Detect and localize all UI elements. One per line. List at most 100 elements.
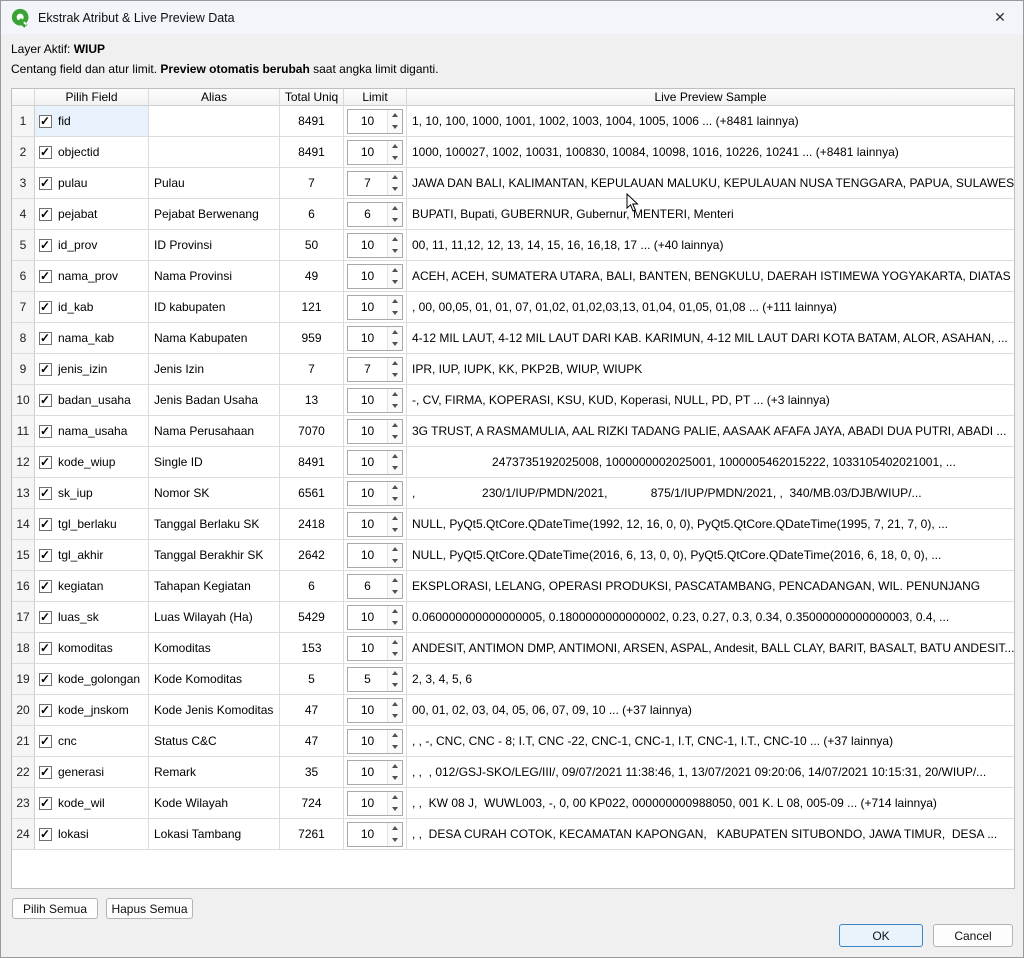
alias-cell[interactable]: Jenis Izin xyxy=(149,354,280,385)
alias-cell[interactable]: Pejabat Berwenang xyxy=(149,199,280,230)
spin-down-icon[interactable] xyxy=(388,152,402,164)
spin-down-icon[interactable] xyxy=(388,741,402,753)
spin-up-icon[interactable] xyxy=(388,513,402,525)
select-all-button[interactable]: Pilih Semua xyxy=(12,898,98,919)
limit-value[interactable]: 10 xyxy=(348,451,387,474)
field-cell[interactable]: tgl_akhir xyxy=(35,540,149,571)
field-cell[interactable]: id_prov xyxy=(35,230,149,261)
alias-cell[interactable]: Nama Kabupaten xyxy=(149,323,280,354)
spin-up-icon[interactable] xyxy=(388,420,402,432)
limit-value[interactable]: 10 xyxy=(348,792,387,815)
alias-cell[interactable]: Luas Wilayah (Ha) xyxy=(149,602,280,633)
field-cell[interactable]: lokasi xyxy=(35,819,149,850)
field-checkbox[interactable] xyxy=(39,828,52,841)
spin-down-icon[interactable] xyxy=(388,369,402,381)
limit-spinbox[interactable]: 10 xyxy=(347,543,403,568)
spin-up-icon[interactable] xyxy=(388,606,402,618)
spin-down-icon[interactable] xyxy=(388,214,402,226)
field-cell[interactable]: kode_wil xyxy=(35,788,149,819)
limit-spinbox[interactable]: 10 xyxy=(347,419,403,444)
field-checkbox[interactable] xyxy=(39,580,52,593)
field-checkbox[interactable] xyxy=(39,735,52,748)
limit-spinbox[interactable]: 10 xyxy=(347,791,403,816)
field-checkbox[interactable] xyxy=(39,394,52,407)
alias-cell[interactable]: Single ID xyxy=(149,447,280,478)
field-checkbox[interactable] xyxy=(39,642,52,655)
spin-up-icon[interactable] xyxy=(388,730,402,742)
field-checkbox[interactable] xyxy=(39,766,52,779)
field-checkbox[interactable] xyxy=(39,363,52,376)
spin-down-icon[interactable] xyxy=(388,586,402,598)
alias-cell[interactable] xyxy=(149,137,280,168)
limit-spinbox[interactable]: 6 xyxy=(347,574,403,599)
limit-value[interactable]: 7 xyxy=(348,358,387,381)
spin-down-icon[interactable] xyxy=(388,555,402,567)
spin-down-icon[interactable] xyxy=(388,803,402,815)
field-cell[interactable]: fid xyxy=(35,106,149,137)
limit-value[interactable]: 10 xyxy=(348,513,387,536)
spin-up-icon[interactable] xyxy=(388,327,402,339)
alias-cell[interactable]: Lokasi Tambang xyxy=(149,819,280,850)
spin-down-icon[interactable] xyxy=(388,431,402,443)
spin-down-icon[interactable] xyxy=(388,245,402,257)
spin-down-icon[interactable] xyxy=(388,121,402,133)
field-cell[interactable]: pejabat xyxy=(35,199,149,230)
limit-value[interactable]: 5 xyxy=(348,668,387,691)
spin-up-icon[interactable] xyxy=(388,668,402,680)
limit-spinbox[interactable]: 10 xyxy=(347,822,403,847)
limit-spinbox[interactable]: 7 xyxy=(347,357,403,382)
spin-down-icon[interactable] xyxy=(388,617,402,629)
limit-spinbox[interactable]: 10 xyxy=(347,326,403,351)
limit-value[interactable]: 10 xyxy=(348,482,387,505)
spin-down-icon[interactable] xyxy=(388,834,402,846)
spin-up-icon[interactable] xyxy=(388,203,402,215)
limit-value[interactable]: 10 xyxy=(348,761,387,784)
field-cell[interactable]: badan_usaha xyxy=(35,385,149,416)
alias-cell[interactable]: Nomor SK xyxy=(149,478,280,509)
limit-value[interactable]: 10 xyxy=(348,420,387,443)
spin-up-icon[interactable] xyxy=(388,451,402,463)
field-cell[interactable]: cnc xyxy=(35,726,149,757)
alias-cell[interactable]: Remark xyxy=(149,757,280,788)
spin-down-icon[interactable] xyxy=(388,524,402,536)
spin-down-icon[interactable] xyxy=(388,462,402,474)
field-checkbox[interactable] xyxy=(39,177,52,190)
limit-spinbox[interactable]: 10 xyxy=(347,450,403,475)
field-checkbox[interactable] xyxy=(39,115,52,128)
limit-value[interactable]: 10 xyxy=(348,637,387,660)
field-cell[interactable]: kegiatan xyxy=(35,571,149,602)
spin-up-icon[interactable] xyxy=(388,389,402,401)
alias-cell[interactable]: Status C&C xyxy=(149,726,280,757)
spin-up-icon[interactable] xyxy=(388,296,402,308)
field-checkbox[interactable] xyxy=(39,332,52,345)
limit-value[interactable]: 10 xyxy=(348,389,387,412)
limit-value[interactable]: 10 xyxy=(348,327,387,350)
field-cell[interactable]: sk_iup xyxy=(35,478,149,509)
limit-value[interactable]: 10 xyxy=(348,730,387,753)
alias-cell[interactable]: Tanggal Berakhir SK xyxy=(149,540,280,571)
field-checkbox[interactable] xyxy=(39,301,52,314)
field-checkbox[interactable] xyxy=(39,456,52,469)
spin-up-icon[interactable] xyxy=(388,544,402,556)
field-checkbox[interactable] xyxy=(39,704,52,717)
spin-up-icon[interactable] xyxy=(388,792,402,804)
close-icon[interactable]: ✕ xyxy=(987,5,1013,31)
limit-value[interactable]: 10 xyxy=(348,141,387,164)
limit-value[interactable]: 10 xyxy=(348,296,387,319)
limit-spinbox[interactable]: 10 xyxy=(347,605,403,630)
limit-value[interactable]: 10 xyxy=(348,823,387,846)
field-checkbox[interactable] xyxy=(39,673,52,686)
limit-spinbox[interactable]: 10 xyxy=(347,388,403,413)
spin-down-icon[interactable] xyxy=(388,710,402,722)
field-cell[interactable]: kode_jnskom xyxy=(35,695,149,726)
limit-value[interactable]: 10 xyxy=(348,699,387,722)
ok-button[interactable]: OK xyxy=(839,924,923,947)
field-checkbox[interactable] xyxy=(39,425,52,438)
field-cell[interactable]: id_kab xyxy=(35,292,149,323)
field-cell[interactable]: kode_golongan xyxy=(35,664,149,695)
spin-down-icon[interactable] xyxy=(388,338,402,350)
spin-up-icon[interactable] xyxy=(388,761,402,773)
alias-cell[interactable]: Jenis Badan Usaha xyxy=(149,385,280,416)
spin-down-icon[interactable] xyxy=(388,307,402,319)
field-checkbox[interactable] xyxy=(39,239,52,252)
